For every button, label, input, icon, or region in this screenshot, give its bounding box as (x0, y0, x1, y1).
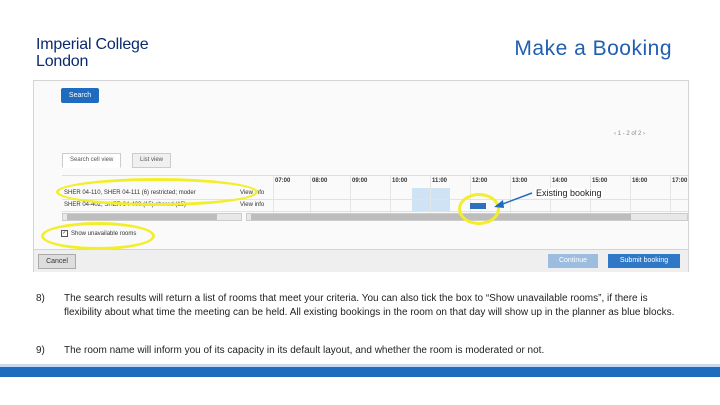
footer-bar (0, 367, 720, 377)
item-number: 9) (36, 345, 45, 356)
hour-label: 15:00 (592, 178, 608, 184)
highlight-show-unavailable (41, 222, 155, 250)
tab-list-view[interactable]: List view (132, 153, 172, 168)
hour-label: 11:00 (432, 178, 448, 184)
action-bar: Cancel Continue Submit booking (34, 249, 688, 272)
highlight-room-names (56, 178, 258, 206)
scrollbar-thumb[interactable] (67, 214, 217, 220)
hour-label: 13:00 (512, 178, 528, 184)
scrollbar-thumb[interactable] (251, 214, 631, 220)
pager[interactable]: ‹ 1 - 2 of 2 › (614, 131, 645, 137)
view-info-link[interactable]: View info (240, 202, 264, 208)
pager-text: 1 - 2 of 2 (617, 131, 642, 137)
pager-prev-icon[interactable]: ‹ (614, 131, 616, 137)
pager-next-icon[interactable]: › (643, 131, 645, 137)
search-button[interactable]: Search (61, 88, 99, 103)
room-list-scrollbar[interactable] (62, 213, 242, 221)
hour-label: 10:00 (392, 178, 408, 184)
slide-title: Make a Booking (514, 37, 672, 60)
logo-line-2: London (36, 53, 89, 70)
hour-label: 17:00 (672, 178, 688, 184)
hour-label: 14:00 (552, 178, 568, 184)
hour-label: 16:00 (632, 178, 648, 184)
logo-line-1: Imperial College (36, 36, 149, 53)
imperial-college-logo: Imperial College London (36, 36, 149, 70)
continue-button[interactable]: Continue (548, 254, 598, 268)
cancel-button[interactable]: Cancel (38, 254, 76, 269)
item-text: The search results will return a list of… (64, 293, 675, 318)
submit-booking-button[interactable]: Submit booking (608, 254, 680, 268)
highlight-existing-booking (458, 193, 500, 225)
hour-label: 08:00 (312, 178, 328, 184)
item-text: The room name will inform you of its cap… (64, 345, 545, 356)
tab-search-cell-view[interactable]: Search cell view (62, 153, 122, 168)
existing-booking-label: Existing booking (535, 188, 603, 198)
hour-label: 12:00 (472, 178, 488, 184)
hour-label: 09:00 (352, 178, 368, 184)
hour-label: 07:00 (275, 178, 291, 184)
item-number: 8) (36, 293, 45, 304)
